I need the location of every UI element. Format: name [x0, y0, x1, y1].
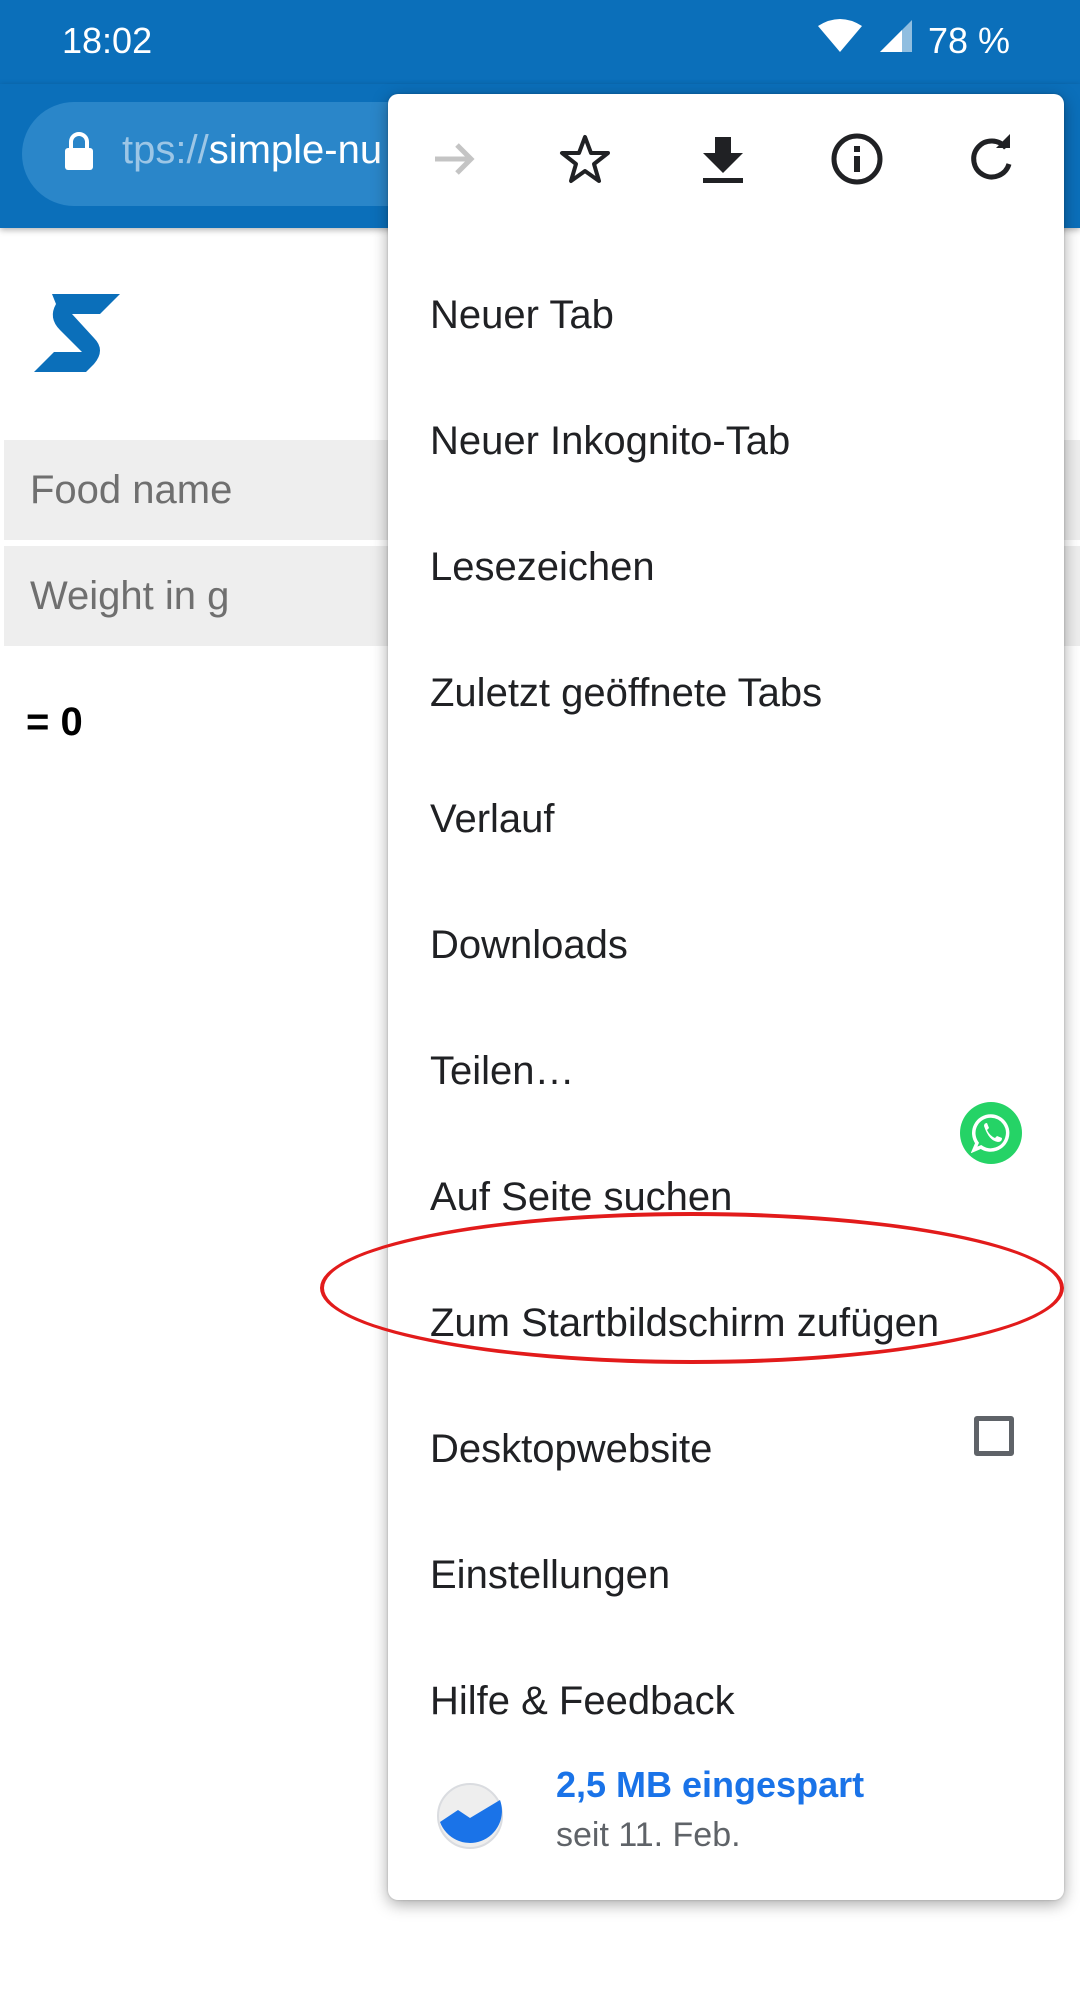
url-text: tps://simple-nu	[122, 128, 382, 173]
menu-item-history[interactable]: Verlauf	[430, 756, 1030, 882]
data-saver-summary[interactable]: 2,5 MB eingespart seit 11. Feb.	[388, 1744, 1064, 1884]
url-host: simple-nu	[208, 128, 383, 172]
reload-icon[interactable]	[960, 128, 1022, 190]
battery-level: 78 %	[927, 19, 1010, 61]
star-icon[interactable]	[554, 128, 616, 190]
menu-item-downloads[interactable]: Downloads	[430, 882, 1030, 1008]
status-time: 18:02	[62, 20, 153, 61]
menu-item-incognito-tab[interactable]: Neuer Inkognito-Tab	[430, 378, 1030, 504]
signal-icon	[878, 18, 914, 63]
info-icon[interactable]	[826, 128, 888, 190]
menu-item-share[interactable]: Teilen…	[430, 1008, 1030, 1134]
overflow-menu: Neuer Tab Neuer Inkognito-Tab Lesezeiche…	[388, 94, 1064, 1900]
menu-item-recent-tabs[interactable]: Zuletzt geöffnete Tabs	[430, 630, 1030, 756]
lock-icon	[64, 132, 94, 177]
data-saved-amount: 2,5 MB eingespart	[556, 1764, 865, 1805]
wifi-icon	[816, 18, 864, 63]
menu-item-settings[interactable]: Einstellungen	[430, 1512, 1030, 1638]
menu-item-bookmarks[interactable]: Lesezeichen	[430, 504, 1030, 630]
data-saver-icon	[436, 1782, 504, 1855]
menu-item-new-tab[interactable]: Neuer Tab	[430, 252, 1030, 378]
status-icons: 78 %	[816, 18, 1010, 63]
result-total: = 0	[26, 700, 83, 744]
url-scheme: tps://	[122, 128, 209, 172]
desktop-site-checkbox[interactable]	[974, 1416, 1014, 1456]
menu-item-find-in-page[interactable]: Auf Seite suchen	[430, 1134, 1030, 1260]
forward-icon[interactable]	[424, 128, 486, 190]
status-bar: 18:02 78 %	[0, 0, 1080, 84]
menu-item-desktop-site[interactable]: Desktopwebsite	[430, 1386, 1030, 1512]
site-logo	[32, 286, 122, 381]
menu-item-add-to-home-screen[interactable]: Zum Startbildschirm zufügen	[430, 1260, 1030, 1386]
download-icon[interactable]	[692, 128, 754, 190]
menu-icon-row	[388, 94, 1064, 224]
data-saved-since: seit 11. Feb.	[556, 1816, 741, 1854]
